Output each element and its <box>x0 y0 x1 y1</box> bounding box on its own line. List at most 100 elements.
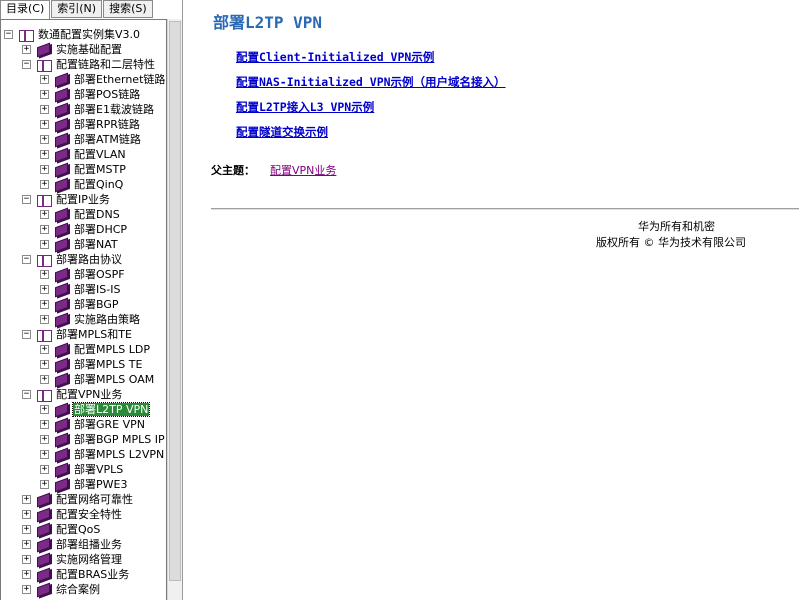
tab-search[interactable]: 搜索(S) <box>103 0 153 18</box>
tree-item[interactable]: + 部署DHCP <box>40 222 128 238</box>
collapse-icon[interactable]: − <box>22 60 31 69</box>
tree-item-label[interactable]: 部署MPLS OAM <box>73 373 155 386</box>
collapse-icon[interactable]: − <box>22 390 31 399</box>
tab-contents[interactable]: 目录(C) <box>0 0 51 20</box>
expand-icon[interactable]: + <box>40 120 49 129</box>
expand-icon[interactable]: + <box>40 135 49 144</box>
tree-item-label[interactable]: 数通配置实例集V3.0 <box>37 28 141 41</box>
expand-icon[interactable]: + <box>40 90 49 99</box>
tree-item-label[interactable]: 部署IS-IS <box>73 283 121 296</box>
expand-icon[interactable]: + <box>40 420 49 429</box>
tree-item[interactable]: + 配置QoS <box>22 522 101 538</box>
expand-icon[interactable]: + <box>40 465 49 474</box>
tree-item-label[interactable]: 部署OSPF <box>73 268 126 281</box>
tree-item-label[interactable]: 部署BGP <box>73 298 120 311</box>
expand-icon[interactable]: + <box>22 45 31 54</box>
tree-item-label[interactable]: 部署NAT <box>73 238 119 251</box>
tree-item[interactable]: + 配置DNS <box>40 207 121 223</box>
expand-icon[interactable]: + <box>40 345 49 354</box>
expand-icon[interactable]: + <box>40 405 49 414</box>
tree-item-label[interactable]: 实施网络管理 <box>55 553 123 566</box>
collapse-icon[interactable]: − <box>22 255 31 264</box>
tree-item-label[interactable]: 配置IP业务 <box>55 193 111 206</box>
tree-item-label[interactable]: 综合案例 <box>55 583 101 596</box>
parent-topic-link[interactable]: 配置VPN业务 <box>270 162 336 178</box>
tree-item[interactable]: + 配置VLAN <box>40 147 127 163</box>
tree-item[interactable]: − 数通配置实例集V3.0 <box>4 27 141 42</box>
expand-icon[interactable]: + <box>40 150 49 159</box>
tree-item-label[interactable]: 部署MPLS TE <box>73 358 143 371</box>
tree-item[interactable]: − 部署MPLS和TE <box>22 327 133 342</box>
expand-icon[interactable]: + <box>40 315 49 324</box>
tree-scrollbar[interactable] <box>167 19 182 600</box>
tree-item[interactable]: + 部署组播业务 <box>22 537 123 553</box>
tree-item[interactable]: + 实施路由策略 <box>40 312 141 328</box>
tree-item[interactable]: − 配置VPN业务 <box>22 387 123 402</box>
tab-index[interactable]: 索引(N) <box>51 0 103 18</box>
tree-item-label[interactable]: 部署RPR链路 <box>73 118 141 131</box>
tree-item[interactable]: − 部署路由协议 <box>22 252 123 267</box>
link-tunnel-switching[interactable]: 配置隧道交换示例 <box>236 124 328 140</box>
tree-item-label[interactable]: 部署VPLS <box>73 463 124 476</box>
tree-item[interactable]: + 配置安全特性 <box>22 507 123 523</box>
tree-item-label[interactable]: 部署ATM链路 <box>73 133 142 146</box>
tree-item[interactable]: + 综合案例 <box>22 582 101 598</box>
expand-icon[interactable]: + <box>40 75 49 84</box>
tree-item[interactable]: + 部署E1载波链路 <box>40 102 155 118</box>
tree-item-label[interactable]: 部署路由协议 <box>55 253 123 266</box>
tree-item[interactable]: + 实施基础配置 <box>22 42 123 58</box>
tree-item[interactable]: + 部署RPR链路 <box>40 117 141 133</box>
scrollbar-thumb[interactable] <box>169 21 181 581</box>
tree-item[interactable]: + 部署Ethernet链路 <box>40 72 166 88</box>
link-nas-initialized-vpn[interactable]: 配置NAS-Initialized VPN示例（用户域名接入） <box>236 74 506 90</box>
expand-icon[interactable]: + <box>22 555 31 564</box>
tree-item-label[interactable]: 部署组播业务 <box>55 538 123 551</box>
tree-item[interactable]: + 部署BGP <box>40 297 120 313</box>
tree-item[interactable]: + 部署L2TP VPN <box>40 402 151 418</box>
tree-item[interactable]: + 部署NAT <box>40 237 119 253</box>
tree-item[interactable]: + 配置网络可靠性 <box>22 492 134 508</box>
tree-item-label[interactable]: 部署Ethernet链路 <box>73 73 166 86</box>
tree-item-label[interactable]: 配置QoS <box>55 523 101 536</box>
tree-item[interactable]: + 实施网络管理 <box>22 552 123 568</box>
tree-item-label[interactable]: 配置QinQ <box>73 178 124 191</box>
expand-icon[interactable]: + <box>40 225 49 234</box>
tree-item-label[interactable]: 配置DNS <box>73 208 121 221</box>
tree-item[interactable]: + 配置MPLS LDP <box>40 342 151 358</box>
tree-item[interactable]: + 部署IS-IS <box>40 282 121 298</box>
tree-item[interactable]: + 部署MPLS TE <box>40 357 143 373</box>
tree-item[interactable]: + 配置MSTP <box>40 162 127 178</box>
collapse-icon[interactable]: − <box>4 30 13 39</box>
tree-item-label[interactable]: 部署GRE VPN <box>73 418 146 431</box>
expand-icon[interactable]: + <box>40 375 49 384</box>
expand-icon[interactable]: + <box>40 285 49 294</box>
link-l2tp-to-l3vpn[interactable]: 配置L2TP接入L3 VPN示例 <box>236 99 374 115</box>
tree-item-label[interactable]: 配置BRAS业务 <box>55 568 130 581</box>
expand-icon[interactable]: + <box>40 210 49 219</box>
expand-icon[interactable]: + <box>40 180 49 189</box>
tree-item-label[interactable]: 部署L2TP VPN <box>71 402 151 417</box>
tree-item-label[interactable]: 配置网络可靠性 <box>55 493 134 506</box>
tree-item[interactable]: + 部署MPLS L2VPN <box>40 447 165 463</box>
link-client-initialized-vpn[interactable]: 配置Client-Initialized VPN示例 <box>236 49 434 65</box>
expand-icon[interactable]: + <box>22 525 31 534</box>
expand-icon[interactable]: + <box>40 165 49 174</box>
tree-item-label[interactable]: 配置安全特性 <box>55 508 123 521</box>
expand-icon[interactable]: + <box>22 495 31 504</box>
tree-item-label[interactable]: 部署E1载波链路 <box>73 103 155 116</box>
expand-icon[interactable]: + <box>40 240 49 249</box>
expand-icon[interactable]: + <box>22 510 31 519</box>
tree-item-label[interactable]: 配置链路和二层特性 <box>55 58 156 71</box>
tree-item-label[interactable]: 部署DHCP <box>73 223 128 236</box>
tree-item[interactable]: + 部署GRE VPN <box>40 417 146 433</box>
tree-item[interactable]: + 配置BRAS业务 <box>22 567 130 583</box>
tree-item[interactable]: + 配置QinQ <box>40 177 124 193</box>
tree-item-label[interactable]: 部署MPLS L2VPN <box>73 448 165 461</box>
tree-item[interactable]: + 部署BGP MPLS IP <box>40 432 166 448</box>
expand-icon[interactable]: + <box>22 585 31 594</box>
tree-item[interactable]: + 部署VPLS <box>40 462 124 478</box>
tree-item-label[interactable]: 部署PWE3 <box>73 478 128 491</box>
expand-icon[interactable]: + <box>40 105 49 114</box>
tree-item[interactable]: + 部署MPLS OAM <box>40 372 155 388</box>
tree-item-label[interactable]: 配置VLAN <box>73 148 127 161</box>
